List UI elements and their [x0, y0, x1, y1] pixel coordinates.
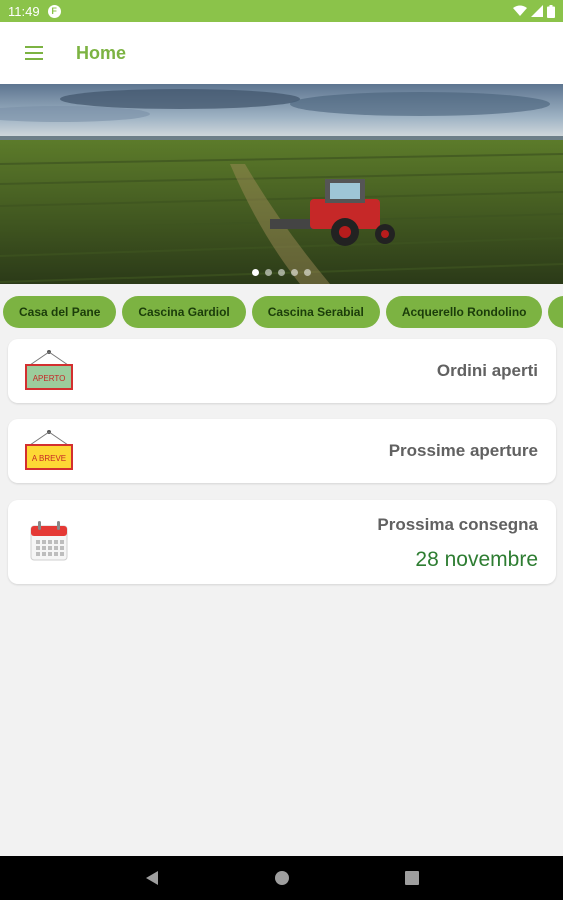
hamburger-menu-icon	[25, 46, 43, 60]
carousel-dots	[0, 269, 563, 276]
system-nav-bar	[0, 856, 563, 900]
next-delivery-label: Prossima consegna	[377, 515, 538, 534]
wifi-icon	[513, 5, 527, 16]
producer-chip[interactable]: Cascina Gardiol	[122, 296, 246, 328]
banner-carousel[interactable]	[0, 84, 563, 284]
producer-chip[interactable]: Cascina Serabial	[251, 296, 380, 328]
carousel-dot[interactable]	[278, 269, 285, 276]
calendar-icon	[30, 521, 68, 561]
producer-chip[interactable]: Casa del Pane	[3, 296, 117, 328]
coming-soon-sign-icon: A BREVE	[25, 430, 73, 470]
back-triangle-icon	[145, 871, 158, 885]
banner-image	[0, 84, 563, 284]
open-orders-card[interactable]: APERTO Ordini aperti	[8, 339, 556, 403]
app-bar: Home	[0, 22, 563, 84]
open-sign-text: APERTO	[33, 374, 66, 383]
home-circle-icon	[274, 871, 289, 885]
nav-home-button[interactable]	[267, 863, 297, 893]
producer-chip[interactable]	[548, 296, 563, 328]
carousel-dot[interactable]	[304, 269, 311, 276]
next-delivery-card[interactable]: Prossima consegna 28 novembre	[8, 500, 556, 584]
upcoming-openings-label: Prossime aperture	[388, 441, 538, 460]
open-sign-icon: APERTO	[25, 350, 73, 390]
app-notification-icon: F	[47, 4, 61, 18]
upcoming-openings-card[interactable]: A BREVE Prossime aperture	[8, 419, 556, 483]
carousel-dot[interactable]	[265, 269, 272, 276]
open-orders-label: Ordini aperti	[436, 361, 538, 380]
producer-chips: Casa del Pane Cascina Gardiol Cascina Sera…	[0, 296, 563, 328]
nav-back-button[interactable]	[137, 863, 167, 893]
carousel-dot[interactable]	[252, 269, 259, 276]
battery-icon	[547, 4, 555, 18]
menu-button[interactable]	[14, 33, 54, 73]
coming-soon-sign-text: A BREVE	[32, 454, 66, 463]
page-title: Home	[76, 42, 127, 63]
signal-icon	[531, 5, 543, 17]
carousel-dot[interactable]	[291, 269, 298, 276]
next-delivery-date: 28 novembre	[415, 548, 538, 571]
status-time: 11:49	[8, 3, 40, 19]
status-bar: 11:49 F	[0, 0, 563, 22]
nav-recents-button[interactable]	[397, 863, 427, 893]
recents-square-icon	[404, 871, 419, 885]
producer-chip[interactable]: Acquerello Rondolino	[385, 296, 543, 328]
